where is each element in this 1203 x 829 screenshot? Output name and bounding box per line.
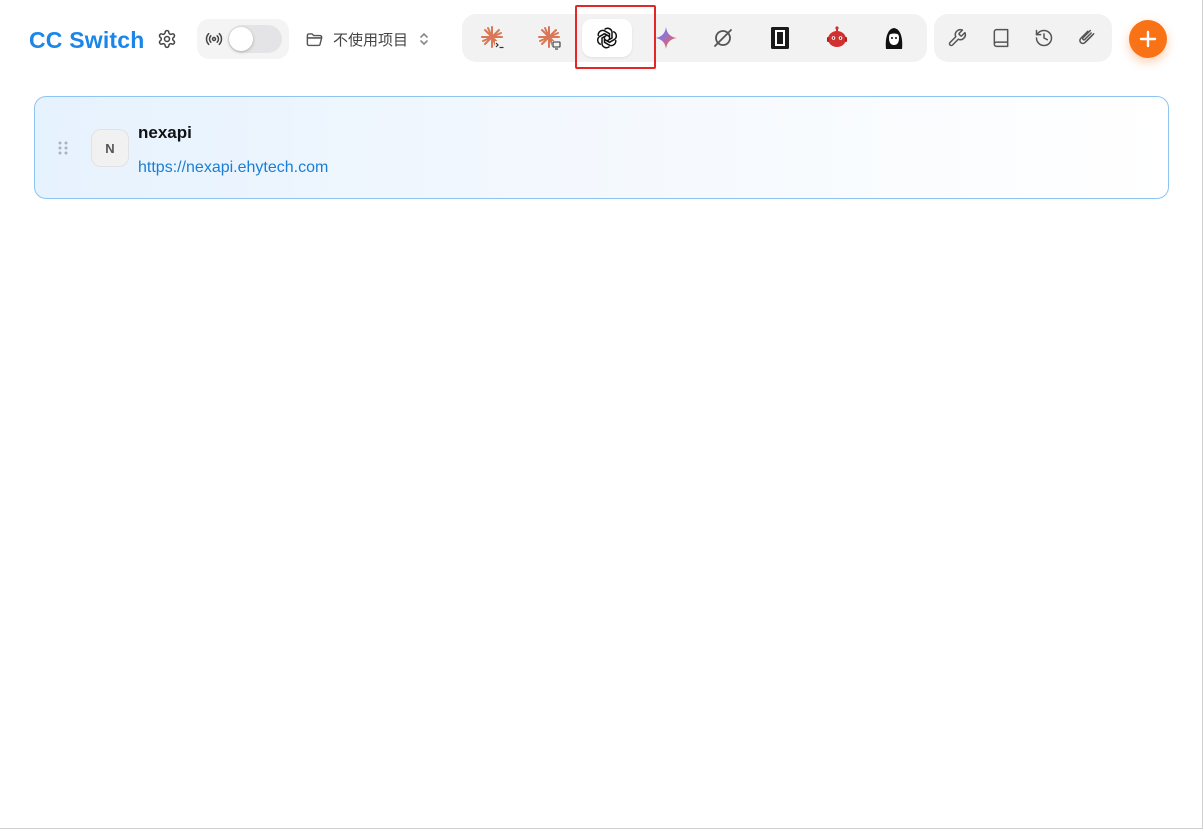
character-icon[interactable] [869,19,919,57]
proxy-toggle[interactable] [228,25,282,53]
terminal-icon[interactable] [755,19,805,57]
drag-handle-icon[interactable] [57,140,69,156]
provider-card[interactable]: N nexapi https://nexapi.ehytech.com [34,96,1169,199]
claude-desktop-icon[interactable] [525,19,575,57]
provider-url-link[interactable]: https://nexapi.ehytech.com [138,159,328,177]
gear-icon[interactable] [154,26,180,52]
project-selector[interactable]: 不使用项目 [303,24,445,54]
broadcast-icon [203,28,225,50]
orbit-icon[interactable] [698,19,748,57]
folder-icon [303,28,325,50]
utility-toolbar [934,14,1112,62]
proxy-control [197,19,289,59]
paperclip-icon[interactable] [1064,19,1110,57]
book-icon[interactable] [978,19,1024,57]
app-title: CC Switch [29,27,145,53]
provider-avatar: N [91,129,129,167]
add-provider-button[interactable] [1129,20,1167,58]
project-selector-value: 不使用项目 [333,31,409,49]
gemini-icon[interactable] [640,19,692,57]
wrench-icon[interactable] [934,19,980,57]
app-window: CC Switch 不使用项目 N nexapi https://nexapi.… [0,0,1203,829]
history-icon[interactable] [1021,19,1067,57]
openai-icon[interactable] [582,19,632,57]
robot-icon[interactable] [812,19,862,57]
app-switcher [462,14,927,62]
chevron-updown-icon [417,30,431,48]
claude-code-icon[interactable] [468,19,518,57]
toggle-knob [229,27,253,51]
plus-icon [1138,29,1158,49]
provider-name: nexapi [138,123,192,142]
